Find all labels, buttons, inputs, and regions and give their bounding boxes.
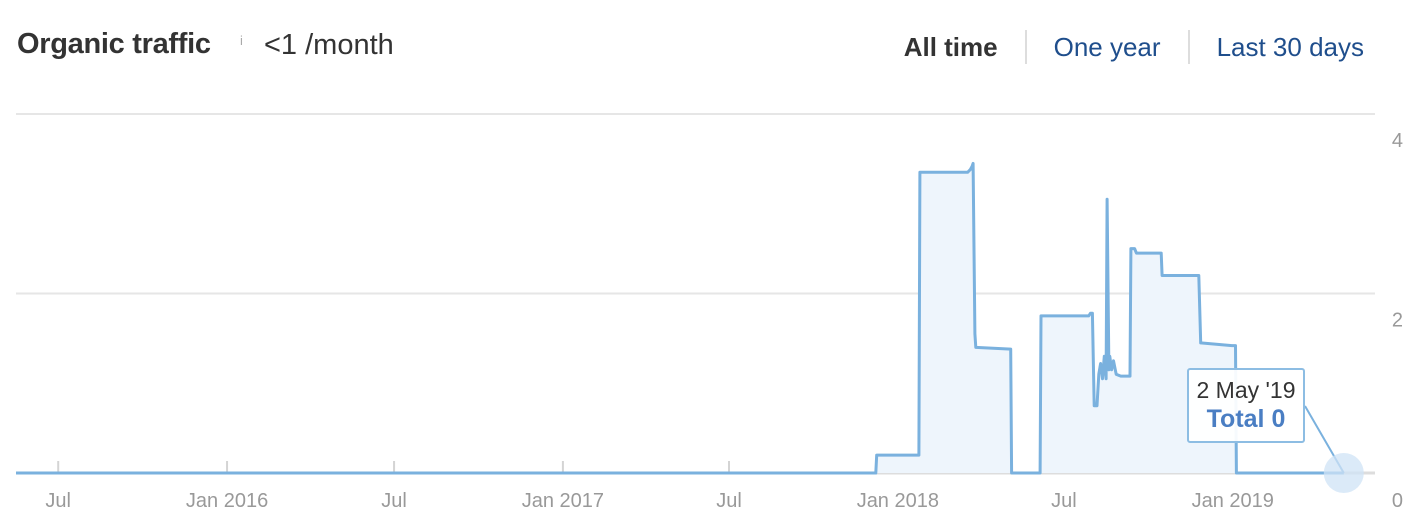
x-tick-label: Jan 2017 [522,490,604,512]
y-tick-label: 2 [1392,310,1403,332]
x-tick-label: Jan 2018 [857,490,939,512]
tooltip-date: 2 May '19 [1196,377,1296,403]
x-tick-label: Jul [45,490,71,512]
x-tick-label: Jul [381,490,407,512]
y-tick-label: 4 [1392,130,1403,152]
chart-tooltip: 2 May '19 Total 0 [1187,368,1305,443]
y-tick-label: 0 [1392,490,1403,512]
x-tick-label: Jul [1051,490,1077,512]
traffic-area-fill [16,163,1344,473]
traffic-chart: Jul Jan 2016 Jul Jan 2017 Jul Jan 2018 Jul Jan … [16,113,1403,512]
hover-marker[interactable] [1323,453,1364,493]
x-tick-label: Jul [716,490,742,512]
y-axis: 0 2 4 [1392,130,1403,512]
x-tick-label: Jan 2019 [1192,490,1274,512]
tooltip-total: Total 0 [1206,405,1286,433]
x-tick-label: Jan 2016 [186,490,268,512]
